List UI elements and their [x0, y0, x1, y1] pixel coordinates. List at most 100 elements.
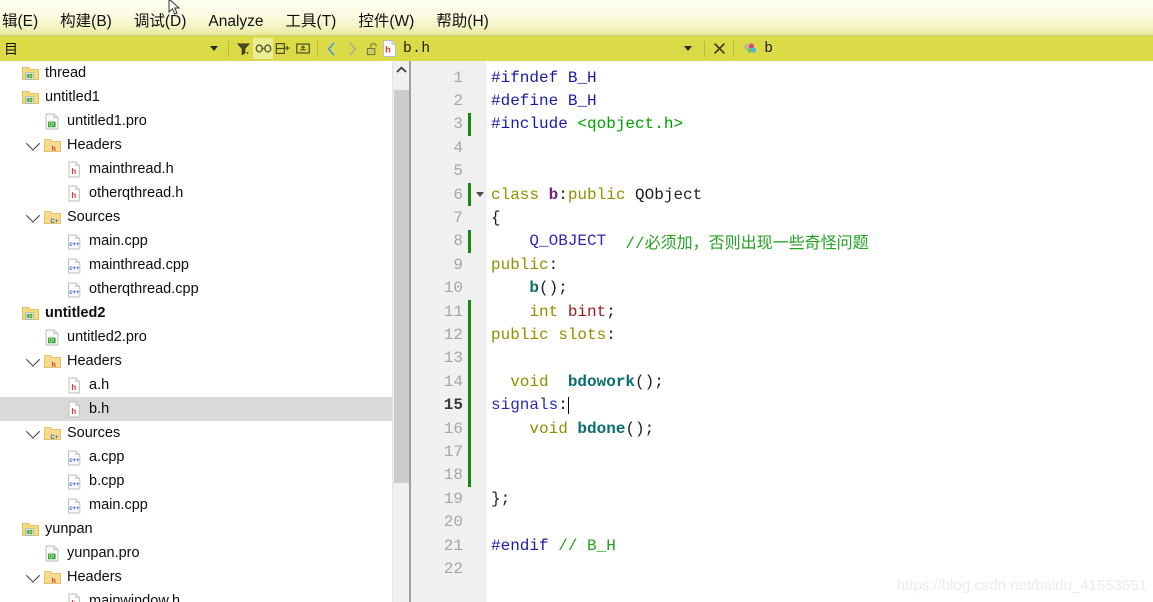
menu-help[interactable]: 帮助(H)	[425, 13, 500, 36]
sidebar-scrollbar[interactable]	[392, 61, 410, 602]
tree-item-otherqthread-cpp[interactable]: c++ otherqthread.cpp	[0, 277, 392, 301]
tree-item-b-h[interactable]: h b.h	[0, 397, 392, 421]
code-line[interactable]: 2 #define B_H	[411, 89, 1153, 112]
file-dropdown-button[interactable]	[678, 38, 698, 59]
code-line[interactable]: 20	[411, 510, 1153, 533]
close-icon	[713, 43, 725, 54]
navigate-forward-button[interactable]	[342, 38, 362, 59]
tree-item-label: a.cpp	[89, 449, 125, 465]
tree-item-a-cpp[interactable]: c++ a.cpp	[0, 445, 392, 469]
code-line[interactable]: 16 void bdone ();	[411, 416, 1153, 441]
tree-item-yunpan-pro[interactable]: Qt yunpan.pro	[0, 541, 392, 565]
code-line-text: public slots:	[491, 323, 616, 346]
tree-item-mainwindow-h[interactable]: h mainwindow.h	[0, 589, 392, 602]
code-token: :	[558, 185, 568, 204]
symbol-selector[interactable]	[738, 38, 760, 59]
lock-file-button[interactable]	[362, 38, 382, 59]
code-line[interactable]: 4	[411, 136, 1153, 159]
split-editor-button[interactable]	[273, 38, 293, 59]
tree-item-headers[interactable]: h Headers	[0, 565, 392, 589]
expander-chevron-down-icon[interactable]	[22, 352, 44, 367]
code-line[interactable]: 8 Q_OBJECT //必须加，否则出现一些奇怪问题	[411, 229, 1153, 253]
tree-item-otherqthread-h[interactable]: h otherqthread.h	[0, 181, 392, 205]
folder-cpp-icon: C+	[44, 210, 61, 225]
scrollbar-thumb[interactable]	[394, 90, 409, 483]
close-file-button[interactable]	[709, 38, 729, 59]
fold-toggle[interactable]	[473, 183, 487, 206]
tree-item-untitled2[interactable]: Qt untitled2	[0, 301, 392, 325]
tree-item-yunpan[interactable]: Qt yunpan	[0, 517, 392, 541]
filter-button[interactable]	[233, 38, 253, 59]
code-area[interactable]: 1 #ifndef B_H 2 #define B_H 3 #include <qobje…	[411, 66, 1153, 581]
project-tree[interactable]: Qt thread Qt untitled1 Qt untitled1.pro h Heade…	[0, 61, 392, 602]
code-line[interactable]: 17	[411, 440, 1153, 464]
collapse-editor-button[interactable]	[293, 38, 313, 59]
line-number: 22	[443, 559, 463, 578]
chevron-down-icon	[684, 46, 693, 51]
code-token: public	[491, 255, 549, 274]
code-line[interactable]: 7{	[411, 206, 1153, 229]
menu-analyze[interactable]: Analyze	[197, 13, 274, 36]
tree-item-main-cpp[interactable]: c++ main.cpp	[0, 229, 392, 253]
code-line[interactable]: 9 public:	[411, 253, 1153, 276]
menu-debug[interactable]: 调试(D)	[123, 13, 198, 36]
code-line-text: signals:	[491, 393, 570, 416]
code-line[interactable]: 15 signals:	[411, 393, 1153, 417]
code-line[interactable]: 13	[411, 346, 1153, 371]
tree-item-label: untitled2.pro	[67, 329, 147, 345]
tree-item-b-cpp[interactable]: c++ b.cpp	[0, 469, 392, 493]
cpp-file-icon: c++	[68, 282, 81, 297]
code-line[interactable]: 5	[411, 160, 1153, 183]
tree-item-label: Sources	[67, 425, 121, 441]
expander-chevron-down-icon[interactable]	[22, 424, 44, 439]
code-line[interactable]: 3 #include <qobject.h>	[411, 112, 1153, 137]
menu-build[interactable]: 构建(B)	[49, 13, 123, 36]
code-line-text: int bint;	[491, 300, 615, 323]
tree-item-mainthread-h[interactable]: h mainthread.h	[0, 157, 392, 181]
expander-chevron-down-icon[interactable]	[22, 208, 44, 223]
scroll-up-button[interactable]	[393, 61, 410, 78]
tree-item-a-h[interactable]: h a.h	[0, 373, 392, 397]
project-dropdown-button[interactable]	[204, 38, 224, 59]
forward-arrow-icon	[349, 41, 357, 56]
tree-item-label: mainthread.cpp	[89, 257, 189, 273]
tree-item-sources[interactable]: C+ Sources	[0, 421, 392, 445]
menu-edit[interactable]: 辑(E)	[0, 13, 49, 36]
tree-item-untitled2-pro[interactable]: Qt untitled2.pro	[0, 325, 392, 349]
tree-item-untitled1[interactable]: Qt untitled1	[0, 85, 392, 109]
code-line[interactable]: 11 int bint;	[411, 299, 1153, 324]
tree-item-headers[interactable]: h Headers	[0, 349, 392, 373]
code-line[interactable]: 12 public slots:	[411, 323, 1153, 347]
open-file-combo[interactable]: h b.h	[382, 36, 431, 61]
menu-tools[interactable]: 工具(T)	[275, 13, 348, 36]
line-number: 6	[453, 185, 463, 204]
code-token: QObject	[635, 185, 703, 204]
code-line-text: public:	[491, 253, 558, 276]
expander-chevron-down-icon[interactable]	[22, 568, 44, 583]
code-line[interactable]: 10 b ();	[411, 277, 1153, 300]
tree-item-untitled1-pro[interactable]: Qt untitled1.pro	[0, 109, 392, 133]
code-line[interactable]: 18	[411, 463, 1153, 488]
tree-item-mainthread-cpp[interactable]: c++ mainthread.cpp	[0, 253, 392, 277]
navigate-back-button[interactable]	[322, 38, 342, 59]
code-token: public slots	[491, 325, 607, 344]
code-line[interactable]: 19};	[411, 487, 1153, 510]
tree-item-thread[interactable]: Qt thread	[0, 61, 392, 85]
fold-triangle-icon	[476, 192, 484, 198]
expander-chevron-down-icon[interactable]	[22, 136, 44, 151]
symbol-icon	[743, 42, 757, 53]
link-with-editor-button[interactable]	[253, 38, 273, 59]
tree-item-label: b.cpp	[89, 473, 125, 489]
code-line[interactable]: 1 #ifndef B_H	[411, 66, 1153, 89]
code-line[interactable]: 22	[411, 557, 1153, 580]
tree-item-headers[interactable]: h Headers	[0, 133, 392, 157]
code-line[interactable]: 6 class b: public QObject	[411, 182, 1153, 207]
code-editor[interactable]: 1 #ifndef B_H 2 #define B_H 3 #include <qobje…	[411, 61, 1153, 602]
tree-item-main-cpp[interactable]: c++ main.cpp	[0, 493, 392, 517]
tree-item-label: untitled1.pro	[67, 113, 147, 129]
code-line[interactable]: 21 #endif // B_H	[411, 534, 1153, 557]
tree-item-sources[interactable]: C+ Sources	[0, 205, 392, 229]
code-line[interactable]: 14 void bdowork ();	[411, 370, 1153, 394]
project-selector-combo[interactable]: 目	[0, 36, 18, 61]
menu-window[interactable]: 控件(W)	[347, 13, 425, 36]
